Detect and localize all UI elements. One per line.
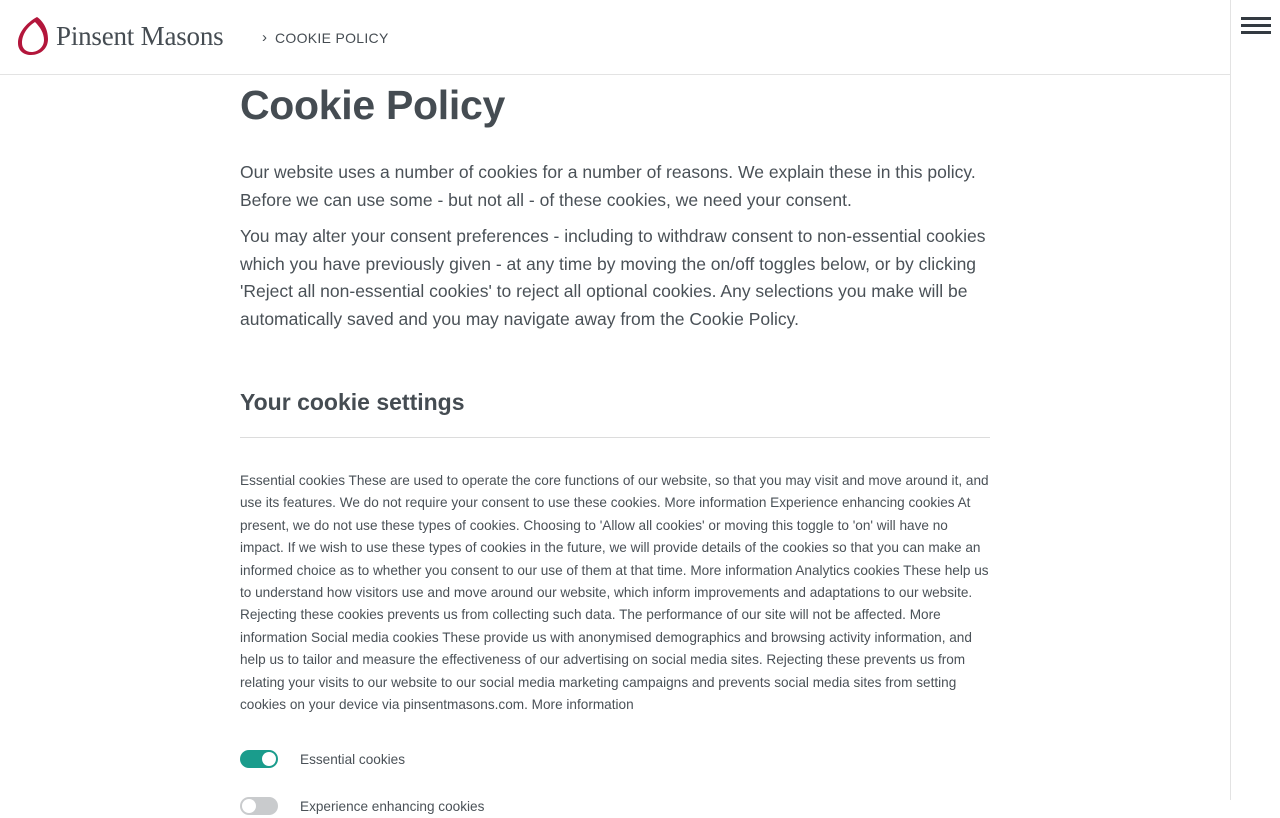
experience-cookies-row: Experience enhancing cookies <box>240 794 990 818</box>
cookie-descriptions: Essential cookies These are used to oper… <box>240 473 989 713</box>
divider <box>240 437 990 438</box>
logo-mark-icon <box>18 17 48 55</box>
side-rail <box>1230 0 1280 800</box>
breadcrumb: › COOKIE POLICY <box>262 28 389 48</box>
toggle-knob <box>242 799 256 814</box>
pinsent-masons-logo[interactable]: Pinsent Masons <box>16 15 224 57</box>
main-content: Cookie Policy Our website uses a number … <box>240 74 990 818</box>
site-header: Pinsent Masons › COOKIE POLICY <box>0 0 1230 75</box>
logo-text: Pinsent Masons <box>56 21 224 51</box>
intro-paragraph-1: Our website uses a number of cookies for… <box>240 162 976 210</box>
toggle-knob <box>262 752 276 767</box>
experience-cookies-label: Experience enhancing cookies <box>300 798 485 814</box>
chevron-right-icon: › <box>262 29 267 46</box>
experience-cookies-toggle[interactable] <box>240 797 278 816</box>
page-title: Cookie Policy <box>240 82 505 128</box>
breadcrumb-cookie-policy[interactable]: COOKIE POLICY <box>275 28 389 48</box>
intro-paragraph-2: You may alter your consent preferences -… <box>240 226 986 329</box>
essential-cookies-row: Essential cookies <box>240 747 990 771</box>
cookie-settings-heading: Your cookie settings <box>240 389 465 415</box>
hamburger-menu-icon[interactable] <box>1241 14 1273 38</box>
essential-cookies-toggle[interactable] <box>240 750 278 769</box>
essential-cookies-label: Essential cookies <box>300 751 406 767</box>
